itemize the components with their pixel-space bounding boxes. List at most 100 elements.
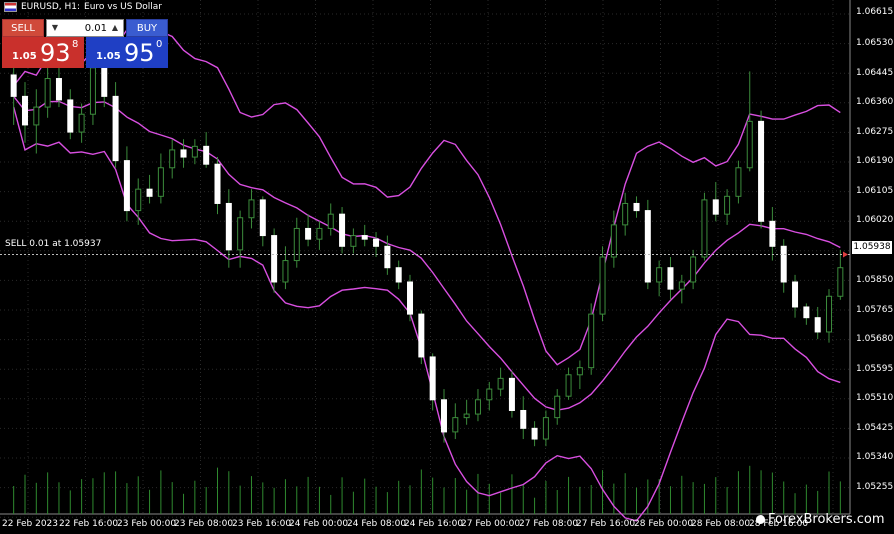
bull-candle-body	[33, 106, 40, 126]
bull-candle-body	[678, 281, 685, 290]
bear-candle-body	[384, 245, 391, 269]
price-tick: 1.05255	[856, 482, 894, 492]
bull-candle-body	[89, 67, 96, 115]
bear-candle-body	[214, 163, 221, 204]
bull-candle-body	[44, 78, 51, 108]
buy-price-pips: 95	[124, 39, 155, 67]
bear-candle-body	[271, 235, 278, 283]
time-tick: 22 Feb 16:00	[59, 519, 119, 529]
sell-price-quote[interactable]: 1.05 93 8	[2, 37, 84, 68]
time-tick: 28 Feb 08:00	[691, 519, 751, 529]
bull-candle-body	[622, 202, 629, 226]
bull-candle-body	[191, 145, 198, 158]
bear-candle-body	[508, 377, 515, 411]
bear-candle-body	[55, 78, 62, 101]
bear-candle-body	[203, 145, 210, 165]
bull-candle-body	[452, 417, 459, 433]
bollinger-lower-band	[13, 106, 841, 522]
bear-candle-body	[440, 399, 447, 433]
chart-title: EURUSD, H1: Euro vs US Dollar	[4, 2, 162, 12]
bear-candle-body	[146, 188, 153, 197]
price-tick: 1.05850	[856, 275, 894, 285]
bear-candle-body	[803, 306, 810, 319]
current-price-tag: 1.05938	[852, 241, 892, 254]
bull-candle-body	[316, 227, 323, 240]
bear-candle-body	[112, 95, 119, 162]
bear-candle-body	[418, 313, 425, 358]
buy-button[interactable]: BUY	[126, 19, 168, 37]
bear-candle-body	[395, 267, 402, 283]
bull-candle-body	[78, 113, 85, 133]
symbol-timeframe: EURUSD, H1:	[21, 2, 81, 12]
bull-candle-body	[588, 313, 595, 369]
bear-candle-body	[531, 427, 538, 440]
price-tick: 1.06190	[856, 156, 894, 166]
bear-candle-body	[373, 238, 380, 247]
bear-candle-body	[21, 95, 28, 126]
bear-candle-body	[520, 409, 527, 429]
bear-candle-body	[769, 220, 776, 247]
bull-candle-body	[542, 417, 549, 440]
bull-candle-body	[497, 377, 504, 390]
bear-candle-body	[339, 213, 346, 247]
bull-candle-body	[599, 256, 606, 315]
brand-icon	[756, 515, 765, 524]
price-marker-icon	[843, 251, 848, 258]
time-tick: 27 Feb 16:00	[576, 519, 636, 529]
price-tick: 1.06615	[856, 7, 894, 17]
sell-price-prefix: 1.05	[12, 51, 37, 62]
bull-candle-body	[610, 224, 617, 258]
price-tick: 1.06530	[856, 38, 894, 48]
bull-candle-body	[248, 199, 255, 219]
bear-candle-body	[123, 160, 130, 212]
chart-window[interactable]: EURUSD, H1: Euro vs US Dollar SELL ▼ ▲ B…	[0, 0, 894, 534]
buy-price-fraction: 0	[156, 39, 163, 50]
price-tick: 1.05340	[856, 452, 894, 462]
time-tick: 27 Feb 08:00	[519, 519, 579, 529]
bull-candle-body	[554, 395, 561, 419]
buy-price-quote[interactable]: 1.05 95 0	[86, 37, 168, 68]
price-chart[interactable]	[0, 0, 894, 534]
bull-candle-body	[237, 217, 244, 251]
lot-increase-icon[interactable]: ▲	[109, 20, 121, 36]
bull-candle-body	[735, 167, 742, 197]
bear-candle-body	[10, 74, 17, 97]
bear-candle-body	[361, 235, 368, 240]
lot-decrease-icon[interactable]: ▼	[49, 20, 61, 36]
time-tick: 23 Feb 08:00	[174, 519, 234, 529]
time-tick: 28 Feb 00:00	[634, 519, 694, 529]
bull-candle-body	[293, 227, 300, 262]
bull-candle-body	[327, 213, 334, 229]
bull-candle-body	[837, 267, 844, 297]
bull-candle-body	[350, 235, 357, 247]
price-tick: 1.05765	[856, 305, 894, 315]
bull-candle-body	[157, 167, 164, 197]
bull-candle-body	[656, 267, 663, 283]
bear-candle-body	[407, 281, 414, 315]
symbol-description: Euro vs US Dollar	[84, 2, 162, 12]
bear-candle-body	[67, 99, 74, 133]
bear-candle-body	[633, 202, 640, 212]
bear-candle-body	[101, 67, 108, 97]
bull-candle-body	[746, 120, 753, 169]
sell-button[interactable]: SELL	[2, 19, 44, 37]
lot-input[interactable]	[63, 21, 107, 35]
buy-price-prefix: 1.05	[96, 51, 121, 62]
bear-candle-body	[758, 120, 765, 222]
bollinger-middle-band	[13, 95, 841, 411]
sell-price-fraction: 8	[72, 39, 79, 50]
price-axis[interactable]: 1.06615 1.06530 1.06445 1.06360 1.06275 …	[850, 0, 894, 514]
sell-price-pips: 93	[40, 39, 71, 67]
bear-candle-body	[712, 199, 719, 215]
bull-candle-body	[690, 256, 697, 283]
bear-candle-body	[644, 210, 651, 283]
bull-candle-body	[135, 188, 142, 212]
bull-candle-body	[565, 374, 572, 397]
bear-candle-body	[180, 149, 187, 158]
time-tick: 24 Feb 16:00	[404, 519, 464, 529]
one-click-trading-panel: SELL ▼ ▲ BUY 1.05 93 8 1.05 95 0	[2, 19, 168, 68]
price-tick: 1.05425	[856, 423, 894, 433]
lot-size-field: ▼ ▲	[46, 19, 124, 37]
price-tick: 1.06105	[856, 186, 894, 196]
bull-candle-body	[463, 413, 470, 419]
